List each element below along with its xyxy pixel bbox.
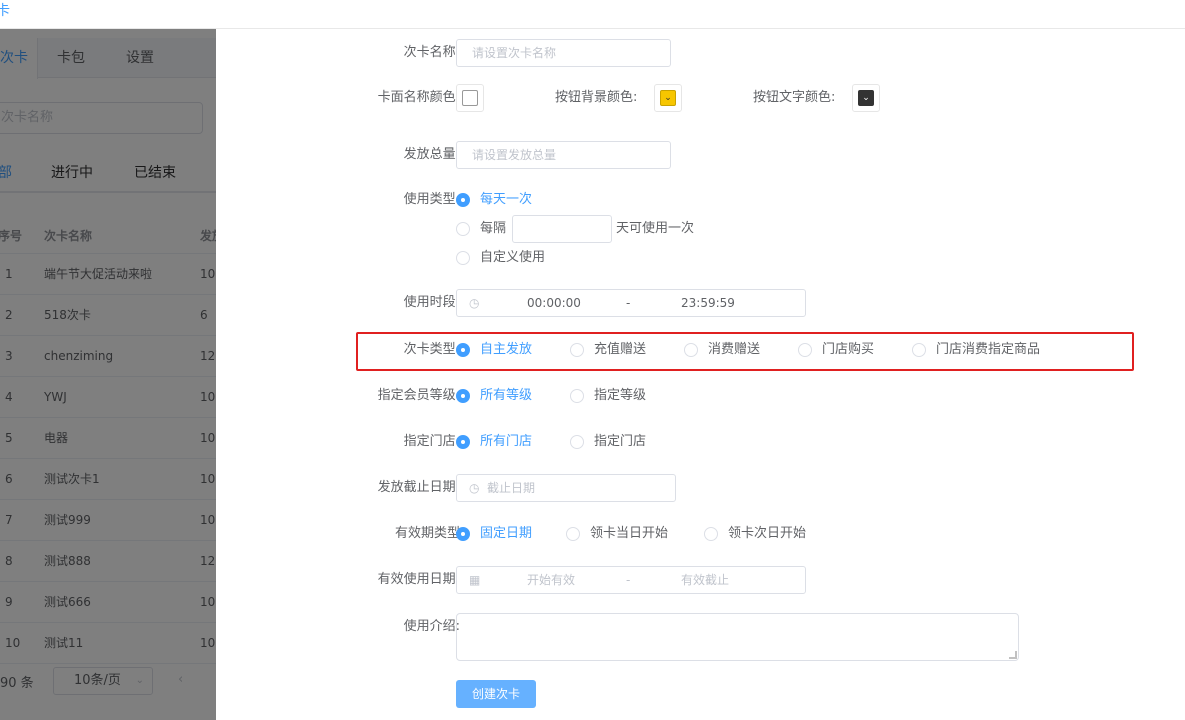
field-use-type-interval: 每隔 天可使用一次 [216, 215, 1185, 245]
card-name-input[interactable]: 请设置次卡名称 [456, 39, 671, 67]
btn-text-color-label: 按钮文字颜色: [753, 90, 836, 105]
btn-text-color-picker[interactable]: ⌄ [852, 84, 880, 112]
intro-textarea[interactable] [456, 613, 1019, 661]
create-card-button[interactable]: 创建次卡 [456, 680, 536, 708]
field-store: 指定门店: 所有门店 指定门店 [216, 428, 1185, 458]
valid-date-label: 有效使用日期: [377, 572, 460, 587]
top-bar: 卡 [0, 0, 1185, 29]
radio-dot [456, 389, 470, 403]
field-member-level: 指定会员等级: 所有等级 指定等级 [216, 382, 1185, 412]
interval-suffix-text: 天可使用一次 [616, 221, 695, 236]
radio-label: 领卡当日开始 [590, 526, 669, 541]
field-card-name: 次卡名称: 请设置次卡名称 [216, 39, 1185, 69]
radio-dot [684, 343, 698, 357]
radio-label: 充值赠送 [594, 342, 647, 357]
radio-label: 所有门店 [480, 434, 533, 449]
interval-days-input[interactable] [512, 215, 612, 243]
interval-suffix: 天可使用一次 [616, 215, 694, 243]
radio-label: 门店消费指定商品 [936, 342, 1041, 357]
use-time-end: 23:59:59 [681, 296, 735, 310]
radio-dot [798, 343, 812, 357]
use-time-range-picker[interactable]: ◷ 00:00:00 - 23:59:59 [456, 289, 806, 317]
radio-dot [570, 435, 584, 449]
page-breadcrumb: 卡 [0, 3, 10, 19]
member-level-label: 指定会员等级: [377, 388, 460, 403]
radio-label: 自定义使用 [480, 250, 546, 265]
radio-label: 自主发放 [480, 342, 533, 357]
valid-date-range-picker[interactable]: ▦ 开始有效 - 有效截止 [456, 566, 806, 594]
field-use-type-custom: 自定义使用 [216, 244, 1185, 274]
radio-dot [456, 251, 470, 265]
radio-label: 每天一次 [480, 192, 533, 207]
radio-dot [570, 343, 584, 357]
resize-grip-icon[interactable] [1009, 651, 1017, 659]
store-label: 指定门店: [403, 434, 460, 449]
card-name-placeholder: 请设置次卡名称 [472, 46, 557, 60]
total-label: 发放总量: [403, 147, 460, 162]
radio-dot [704, 527, 718, 541]
use-time-separator: - [626, 296, 631, 310]
clock-icon: ◷ [469, 296, 480, 310]
radio-dot [456, 343, 470, 357]
radio-label: 所有等级 [480, 388, 533, 403]
valid-type-label: 有效期类型 [394, 526, 460, 541]
radio-dot [456, 222, 470, 236]
intro-label: 使用介绍: [403, 619, 460, 634]
valid-date-end: 有效截止 [681, 573, 730, 587]
field-valid-type: 有效期类型 固定日期 领卡当日开始 领卡次日开始 [216, 520, 1185, 550]
deadline-placeholder: 截止日期 [487, 481, 536, 495]
overlay-mask[interactable] [0, 29, 216, 720]
field-card-type: 次卡类型: 自主发放 充值赠送 消费赠送 门店购买 门店消费指定商品 [216, 336, 1185, 366]
btn-text-color-swatch: ⌄ [858, 90, 874, 106]
deadline-date-picker[interactable]: ◷ 截止日期 [456, 474, 676, 502]
name-color-picker[interactable] [456, 84, 484, 112]
btn-bg-color-picker[interactable]: ⌄ [654, 84, 682, 112]
field-deadline: 发放截止日期: ◷ 截止日期 [216, 474, 1185, 504]
radio-label: 指定等级 [594, 388, 647, 403]
deadline-label: 发放截止日期: [377, 480, 460, 495]
btn-bg-color-label: 按钮背景颜色: [555, 90, 638, 105]
name-color-label: 卡面名称颜色: [377, 90, 460, 105]
radio-dot [456, 527, 470, 541]
card-name-label: 次卡名称: [403, 45, 460, 60]
valid-date-start: 开始有效 [527, 573, 576, 587]
calendar-icon: ▦ [469, 573, 481, 587]
radio-label: 领卡次日开始 [728, 526, 807, 541]
valid-date-separator: - [626, 573, 631, 587]
radio-label: 门店购买 [822, 342, 875, 357]
total-input[interactable]: 请设置发放总量 [456, 141, 671, 169]
radio-dot [570, 389, 584, 403]
use-time-start: 00:00:00 [527, 296, 581, 310]
name-color-swatch [462, 90, 478, 106]
field-total: 发放总量: 请设置发放总量 [216, 141, 1185, 171]
radio-label: 固定日期 [480, 526, 533, 541]
radio-label: 每隔 [480, 221, 507, 236]
card-type-label: 次卡类型: [403, 342, 460, 357]
field-use-type: 使用类型: 每天一次 [216, 186, 1185, 216]
radio-label: 指定门店 [594, 434, 647, 449]
field-valid-date: 有效使用日期: ▦ 开始有效 - 有效截止 [216, 566, 1185, 596]
use-type-label: 使用类型: [403, 192, 460, 207]
field-colors: 卡面名称颜色: 按钮背景颜色: ⌄ 按钮文字颜色: ⌄ [216, 84, 1185, 114]
chevron-down-icon: ⌄ [664, 93, 672, 103]
radio-label: 消费赠送 [708, 342, 761, 357]
field-use-time: 使用时段: ◷ 00:00:00 - 23:59:59 [216, 289, 1185, 319]
radio-dot [456, 193, 470, 207]
radio-dot [456, 435, 470, 449]
radio-dot [912, 343, 926, 357]
btn-bg-color-swatch: ⌄ [660, 90, 676, 106]
use-time-label: 使用时段: [403, 295, 460, 310]
total-placeholder: 请设置发放总量 [472, 148, 557, 162]
create-card-drawer: 次卡名称: 请设置次卡名称 卡面名称颜色: 按钮背景颜色: ⌄ 按钮文字颜色: … [216, 29, 1185, 720]
chevron-down-icon: ⌄ [862, 93, 870, 103]
clock-icon: ◷ [469, 481, 480, 495]
radio-dot [566, 527, 580, 541]
